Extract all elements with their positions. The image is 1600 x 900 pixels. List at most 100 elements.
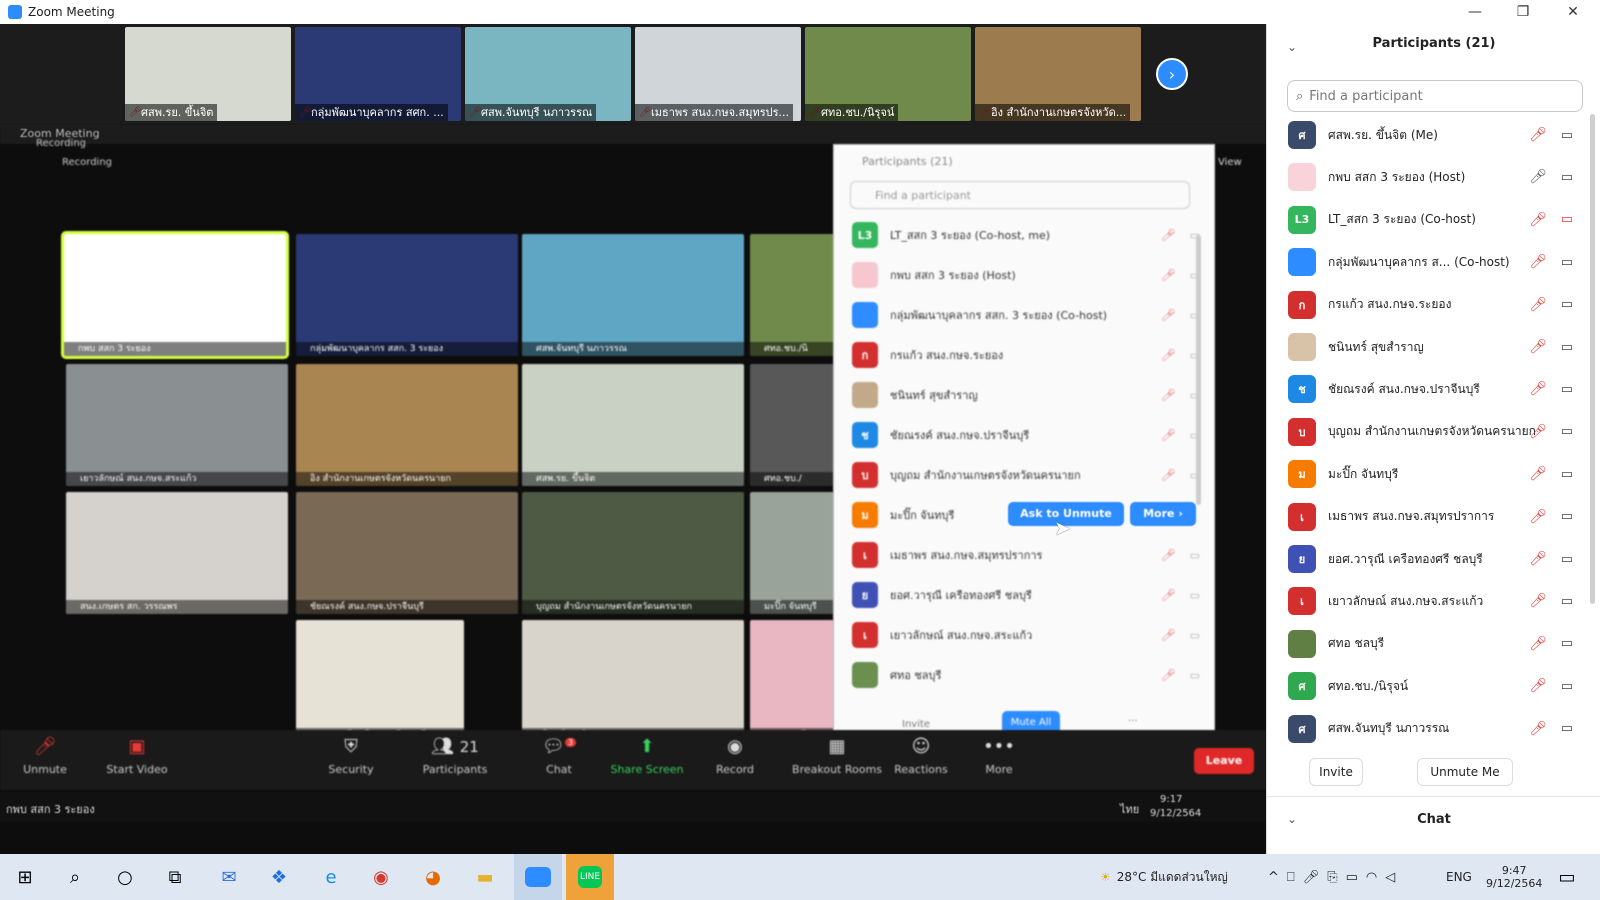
minimize-button[interactable]: — [1452,0,1498,24]
video-thumbnail[interactable]: 🎤︎กลุ่มพัฒนาบุคลากร สศก. ... [295,27,461,121]
firefox-icon[interactable]: ◕ [418,863,448,891]
inner-video-tile: ศสพ.จันทบุรี นภาวรรณ [522,234,744,356]
camera-icon[interactable]: ▭ [1561,255,1573,270]
line-taskbar-icon[interactable]: LINE [566,854,614,900]
cortana-icon[interactable]: ○ [110,863,140,891]
mic-icon[interactable]: 🎤︎ [1529,169,1547,185]
muted-mic-icon[interactable]: 🎤︎ [1529,127,1547,143]
inner-participant-row: ศทอ ชลบุรี 🎤︎ ▭ [834,655,1216,695]
inner-video-tile: อิง สำนักงานเกษตรจังหวัดนครนายก [296,364,518,486]
camera-icon[interactable]: ▭ [1561,212,1573,227]
muted-mic-icon[interactable]: 🎤︎ [1529,297,1547,313]
camera-icon[interactable]: ▭ [1561,340,1573,355]
participant-row[interactable]: ชนินทร์ สุขสำราญ 🎤︎ ▭ [1267,326,1585,368]
participants-title: Participants (21) [1372,36,1496,51]
shared-screen: Zoom Meeting Recording Recording View กพ… [0,124,1266,854]
camera-icon[interactable]: ▭ [1561,552,1573,567]
participant-row[interactable]: กลุ่มพัฒนาบุคลากร ส... (Co-host) 🎤︎ ▭ [1267,241,1585,283]
inner-avatar [852,262,878,288]
zoom-logo-icon [8,5,22,19]
inner-participant-row: กลุ่มพัฒนาบุคลากร สสก. 3 ระยอง (Co-host)… [834,295,1216,335]
notifications-icon[interactable]: ▭ [1552,863,1582,891]
participant-row[interactable]: ม มะปิ๊ก จันทบุรี 🎤︎ ▭ [1267,453,1585,495]
participant-row[interactable]: ศ ศสพ.รย. ขึ้นจิต (Me) 🎤︎ ▭ [1267,114,1585,156]
task-view-icon[interactable]: ⧉ [160,863,190,891]
muted-mic-icon[interactable]: 🎤︎ [1529,721,1547,737]
participants-scrollbar[interactable] [1590,114,1595,604]
participant-name: ชัยณรงค์ สนง.กษจ.ปราจีนบุรี [1328,381,1480,396]
camera-icon[interactable]: ▭ [1561,594,1573,609]
participant-row[interactable]: เ เมธาพร สนง.กษจ.สมุทรปราการ 🎤︎ ▭ [1267,496,1585,538]
inner-leave-button: Leave [1194,748,1254,774]
inner-participants: 👥︎ 21 Participants [422,736,488,776]
muted-mic-icon[interactable]: 🎤︎ [1529,424,1547,440]
window-title: Zoom Meeting [28,5,115,19]
muted-mic-icon[interactable]: 🎤︎ [1529,593,1547,609]
participant-row[interactable]: ศ ศทอ.ชบ./นิรุจน์ 🎤︎ ▭ [1267,665,1585,707]
dropbox-icon[interactable]: ❖ [264,863,294,891]
video-thumbnail[interactable]: 🎤︎ศสพ.รย. ขึ้นจิต [125,27,291,121]
avatar [1288,163,1316,192]
camera-icon[interactable]: ▭ [1561,679,1573,694]
edge-icon[interactable]: e [316,863,346,891]
camera-icon[interactable]: ▭ [1561,467,1573,482]
participant-row[interactable]: ศทอ ชลบุรี 🎤︎ ▭ [1267,623,1585,665]
inner-video-tile: ชัยณรงค์ สนง.กษจ.ปราจีนบุรี [296,492,518,614]
camera-icon[interactable]: ▭ [1561,128,1573,143]
inner-video-tile: ชนินทร์ สุขสำราญ [522,620,744,742]
video-thumbnail[interactable]: 🎤︎อิง สำนักงานเกษตรจังหวัด... [975,27,1141,121]
camera-icon[interactable]: ▭ [1561,509,1573,524]
camera-icon[interactable]: ▭ [1561,382,1573,397]
start-windows-icon[interactable]: ⊞ [10,863,40,891]
unmute-me-button[interactable]: Unmute Me [1417,758,1513,786]
muted-mic-icon[interactable]: 🎤︎ [1529,678,1547,694]
muted-mic-icon[interactable]: 🎤︎ [1529,381,1547,397]
participant-row[interactable]: เ เยาวลักษณ์ สนง.กษจ.สระแก้ว 🎤︎ ▭ [1267,580,1585,622]
language-indicator[interactable]: ENG [1446,854,1472,900]
camera-icon[interactable]: ▭ [1561,297,1573,312]
participant-row[interactable]: ศ ศสพ.จันทบุรี นภาวรรณ 🎤︎ ▭ [1267,708,1585,750]
participant-row[interactable]: ก กรแก้ว สนง.กษจ.ระยอง 🎤︎ ▭ [1267,284,1585,326]
system-tray-icons[interactable]: ^⎕🎤︎⎘▭◠◁ [1268,854,1403,900]
clock[interactable]: 9:47 9/12/2564 [1486,854,1542,900]
participant-row[interactable]: ย ยอศ.วารุณี เครือทองศรี ชลบุรี 🎤︎ ▭ [1267,538,1585,580]
inner-participant-row: ชนินทร์ สุขสำราญ 🎤︎ ▭ [834,375,1216,415]
file-explorer-icon[interactable]: ▬ [470,863,500,891]
maximize-button[interactable]: ❐ [1500,0,1546,24]
video-thumbnail[interactable]: 🎤︎ศสพ.จันทบุรี นภาวรรณ [465,27,631,121]
close-button[interactable]: ✕ [1550,0,1596,24]
participant-row[interactable]: บ บุญถม สำนักงานเกษตรจังหวัดนครนายก 🎤︎ ▭ [1267,411,1585,453]
video-thumbnail[interactable]: 🎤︎เมธาพร สนง.กษจ.สมุทรปร... [635,27,801,121]
mail-icon[interactable]: ✉ [214,863,244,891]
inner-participant-name: เยาวลักษณ์ สนง.กษจ.สระแก้ว [890,629,1033,642]
next-page-button[interactable]: › [1156,58,1188,90]
inner-view-button: View [1218,157,1242,168]
muted-mic-icon: 🎤︎ [1160,548,1176,562]
video-thumbnail[interactable]: 🎤︎ศทอ.ชบ./นิรุจน์ [805,27,971,121]
muted-mic-icon[interactable]: 🎤︎ [1529,551,1547,567]
muted-mic-icon[interactable]: 🎤︎ [1529,466,1547,482]
inner-participant-row: กพบ สสก 3 ระยอง (Host) 🎤︎ ▭ [834,255,1216,295]
muted-mic-icon[interactable]: 🎤︎ [1529,339,1547,355]
clock-time: 9:47 [1501,864,1527,877]
invite-button[interactable]: Invite [1309,758,1363,786]
participant-row[interactable]: กพบ สสก 3 ระยอง (Host) 🎤︎ ▭ [1267,156,1585,198]
participant-row[interactable]: ช ชัยณรงค์ สนง.กษจ.ปราจีนบุรี 🎤︎ ▭ [1267,368,1585,410]
camera-icon[interactable]: ▭ [1561,424,1573,439]
find-participant-input[interactable]: ⌕ Find a participant [1287,80,1583,112]
participant-row[interactable]: L3 LT_สสก 3 ระยอง (Co-host) 🎤︎ ▭ [1267,199,1585,241]
camera-icon[interactable]: ▭ [1561,721,1573,736]
muted-mic-icon[interactable]: 🎤︎ [1529,509,1547,525]
camera-icon[interactable]: ▭ [1561,636,1573,651]
inner-taskbar-time: 9:17 [1160,794,1183,805]
muted-mic-icon[interactable]: 🎤︎ [1529,636,1547,652]
inner-participant-name: LT_สสก 3 ระยอง (Co-host, me) [890,229,1051,242]
camera-icon[interactable]: ▭ [1561,170,1573,185]
inner-security: ⛨ Security [328,736,374,776]
muted-mic-icon[interactable]: 🎤︎ [1529,254,1547,270]
muted-mic-icon[interactable]: 🎤︎ [1529,212,1547,228]
search-icon[interactable]: ⌕ [60,863,90,891]
weather-widget[interactable]: ☀ 28°C มีแดดส่วนใหญ่ [1100,854,1228,900]
chrome-icon[interactable]: ◉ [366,863,396,891]
zoom-taskbar-icon[interactable] [514,854,562,900]
